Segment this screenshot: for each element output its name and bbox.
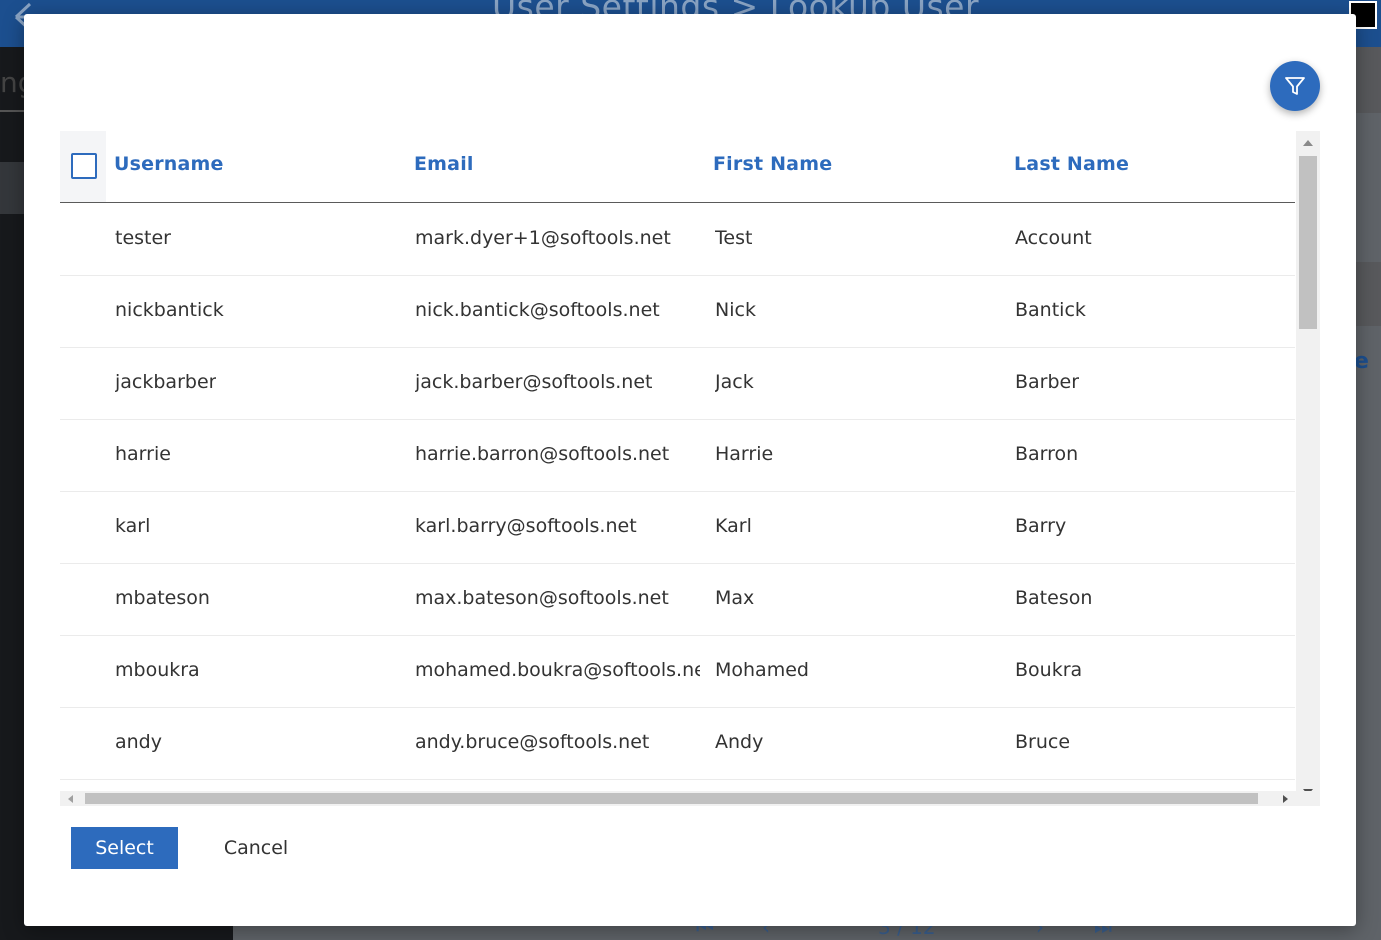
table-row[interactable]: mboukra mohamed.boukra@softools.net Moha… <box>60 635 1295 708</box>
cell-email: mohamed.boukra@softools.net <box>415 659 700 681</box>
cell-username: tester <box>115 227 171 249</box>
scroll-up-icon[interactable] <box>1303 140 1313 146</box>
table-row[interactable]: tester mark.dyer+1@softools.net Test Acc… <box>60 203 1295 276</box>
cell-email: max.bateson@softools.net <box>415 587 669 609</box>
scroll-left-icon[interactable] <box>68 795 73 803</box>
cell-first-name: Andy <box>715 731 764 753</box>
cell-username: karl <box>115 515 151 537</box>
table-row[interactable]: nickbantick nick.bantick@softools.net Ni… <box>60 275 1295 348</box>
table-row[interactable]: jackbarber jack.barber@softools.net Jack… <box>60 347 1295 420</box>
sidebar-divider <box>0 110 24 112</box>
select-all-checkbox[interactable] <box>71 153 97 179</box>
horizontal-scroll-thumb[interactable] <box>85 793 1258 804</box>
edge-fragment: e <box>1354 349 1369 374</box>
vertical-scroll-thumb[interactable] <box>1299 156 1317 329</box>
content-band <box>1356 262 1381 326</box>
content-band <box>1356 47 1381 113</box>
cell-first-name: Karl <box>715 515 752 537</box>
table-row[interactable]: andy andy.bruce@softools.net Andy Bruce <box>60 707 1295 780</box>
column-header-first-name[interactable]: First Name <box>713 153 832 175</box>
cell-email: mark.dyer+1@softools.net <box>415 227 671 249</box>
cell-email: nick.bantick@softools.net <box>415 299 660 321</box>
column-header-last-name[interactable]: Last Name <box>1014 153 1129 175</box>
cell-email: karl.barry@softools.net <box>415 515 637 537</box>
cell-username: nickbantick <box>115 299 224 321</box>
cell-last-name: Boukra <box>1015 659 1083 681</box>
table-row[interactable]: mbateson max.bateson@softools.net Max Ba… <box>60 563 1295 636</box>
cell-username: jackbarber <box>115 371 217 393</box>
column-header-email[interactable]: Email <box>414 153 474 175</box>
cell-email: jack.barber@softools.net <box>415 371 653 393</box>
cell-first-name: Harrie <box>715 443 774 465</box>
cell-username: andy <box>115 731 162 753</box>
scroll-right-icon[interactable] <box>1283 795 1288 803</box>
cell-last-name: Barron <box>1015 443 1079 465</box>
table-row[interactable]: karl karl.barry@softools.net Karl Barry <box>60 491 1295 564</box>
cell-first-name: Jack <box>715 371 754 393</box>
vertical-scrollbar[interactable] <box>1296 131 1320 806</box>
column-header-username[interactable]: Username <box>114 153 224 175</box>
cell-first-name: Test <box>715 227 753 249</box>
lookup-user-dialog: Username Email First Name Last Name test… <box>24 14 1356 926</box>
select-button[interactable]: Select <box>71 827 178 869</box>
cell-username: mbateson <box>115 587 210 609</box>
cell-email: andy.bruce@softools.net <box>415 731 650 753</box>
cell-first-name: Max <box>715 587 755 609</box>
cell-first-name: Mohamed <box>715 659 809 681</box>
cell-username: mboukra <box>115 659 200 681</box>
cell-last-name: Barry <box>1015 515 1067 537</box>
users-table: Username Email First Name Last Name test… <box>60 131 1320 806</box>
cell-last-name: Barber <box>1015 371 1080 393</box>
cell-email: harrie.barron@softools.net <box>415 443 670 465</box>
table-row[interactable]: harrie harrie.barron@softools.net Harrie… <box>60 419 1295 492</box>
cell-last-name: Bateson <box>1015 587 1093 609</box>
select-column-header <box>60 131 106 202</box>
cell-username: harrie <box>115 443 171 465</box>
cell-last-name: Bantick <box>1015 299 1086 321</box>
cell-last-name: Bruce <box>1015 731 1071 753</box>
cancel-button[interactable]: Cancel <box>210 827 302 869</box>
sidebar-active-item <box>0 162 24 214</box>
horizontal-scrollbar[interactable] <box>60 791 1320 806</box>
filter-button[interactable] <box>1270 61 1320 111</box>
table-header: Username Email First Name Last Name <box>60 131 1295 203</box>
filter-icon <box>1285 77 1305 95</box>
cell-first-name: Nick <box>715 299 756 321</box>
cell-last-name: Account <box>1015 227 1092 249</box>
